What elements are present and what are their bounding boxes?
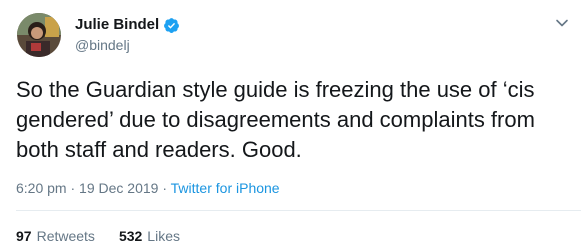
- likes-label: Likes: [147, 228, 180, 244]
- tweet-stats: 97 Retweets 532 Likes: [16, 226, 180, 246]
- verified-badge-icon: [163, 17, 180, 34]
- likes-stat[interactable]: 532 Likes: [119, 226, 180, 246]
- display-name[interactable]: Julie Bindel: [75, 15, 159, 35]
- likes-count: 532: [118, 228, 143, 244]
- tweet-text: So the Guardian style guide is freezing …: [16, 77, 535, 162]
- avatar[interactable]: [17, 13, 61, 57]
- retweets-count: 97: [16, 228, 32, 244]
- retweets-stat[interactable]: 97 Retweets: [16, 226, 95, 246]
- divider: [16, 210, 581, 211]
- meta-separator: ·: [158, 180, 171, 196]
- avatar-image: [17, 13, 61, 57]
- tweet-time[interactable]: 6:20 pm: [16, 180, 67, 196]
- name-row: Julie Bindel: [75, 15, 180, 35]
- chevron-down-icon[interactable]: [555, 16, 569, 30]
- tweet-source[interactable]: Twitter for iPhone: [171, 180, 280, 196]
- tweet: Julie Bindel @bindelj So the Guardian st…: [0, 0, 581, 249]
- tweet-meta: 6:20 pm · 19 Dec 2019 · Twitter for iPho…: [16, 178, 280, 198]
- tweet-date[interactable]: 19 Dec 2019: [79, 180, 158, 196]
- user-handle[interactable]: @bindelj: [75, 36, 130, 54]
- meta-separator: ·: [66, 180, 80, 196]
- retweets-label: Retweets: [36, 228, 95, 244]
